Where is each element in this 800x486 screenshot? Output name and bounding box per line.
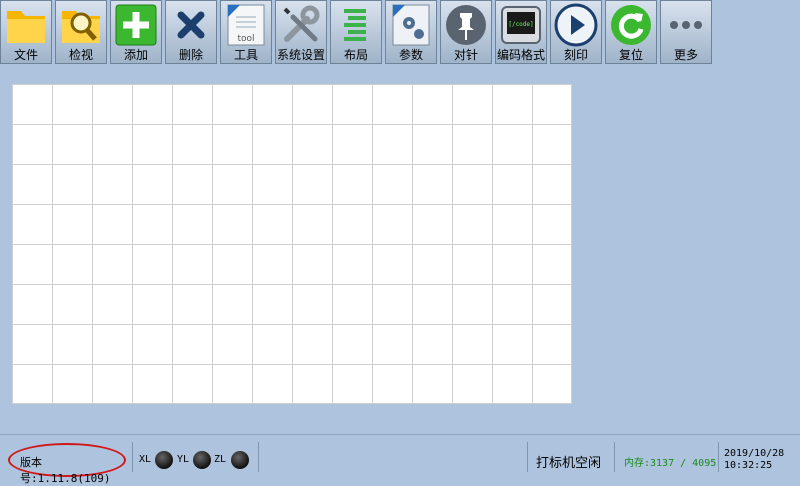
layout-label: 布局 — [343, 48, 368, 62]
inspect-button[interactable]: 检视 — [55, 0, 107, 64]
plus-icon — [115, 4, 157, 46]
tool-document-icon: tool — [227, 4, 265, 46]
delete-label: 删除 — [178, 48, 203, 62]
add-label: 添加 — [123, 48, 148, 62]
axis-label-xl: XL — [139, 454, 152, 465]
tools-label: 工具 — [233, 48, 258, 62]
datetime: 2019/10/28 10:32:25 — [724, 448, 784, 472]
memory-usage: 内存:3137 / 4095 — [624, 458, 717, 469]
code-screen-icon: [/code] — [501, 6, 541, 44]
xl-indicator-light — [155, 451, 173, 469]
engrave-button[interactable]: 刻印 — [550, 0, 602, 64]
version-display: 版本号:1.11.8(109) — [8, 443, 126, 485]
encoding-icon-text: [/code] — [508, 21, 533, 28]
time-text: 10:32:25 — [724, 460, 773, 471]
divider — [718, 442, 719, 472]
canvas-grid[interactable] — [12, 84, 572, 404]
more-button[interactable]: 更多 — [660, 0, 712, 64]
params-button[interactable]: 参数 — [385, 0, 437, 64]
pin-icon — [446, 5, 486, 45]
settings-label: 系统设置 — [276, 48, 325, 62]
divider — [132, 442, 133, 472]
layout-button[interactable]: 布局 — [330, 0, 382, 64]
encoding-button[interactable]: [/code] 编码格式 — [495, 0, 547, 64]
axis-label-yl: YL — [177, 454, 190, 465]
inspect-label: 检视 — [68, 48, 93, 62]
add-button[interactable]: 添加 — [110, 0, 162, 64]
reset-button[interactable]: 复位 — [605, 0, 657, 64]
close-icon — [177, 11, 205, 39]
more-label: 更多 — [673, 48, 698, 62]
align-label: 对针 — [453, 48, 478, 62]
axis-label-zl: ZL — [214, 454, 227, 465]
magnifier-folder-icon — [62, 11, 100, 43]
divider — [614, 442, 615, 472]
wrench-screwdriver-icon — [283, 5, 320, 42]
machine-status: 打标机空闲 — [536, 456, 602, 471]
align-lines-icon — [344, 9, 366, 41]
date-text: 2019/10/28 — [724, 448, 785, 459]
align-button[interactable]: 对针 — [440, 0, 492, 64]
file-label: 文件 — [13, 48, 38, 62]
divider — [527, 442, 528, 472]
tools-icon-text: tool — [237, 34, 254, 44]
version-text: 版本号:1.11.8(109) — [20, 456, 111, 485]
folder-icon — [7, 11, 45, 43]
settings-button[interactable]: 系统设置 — [275, 0, 327, 64]
zl-indicator-light — [231, 451, 249, 469]
delete-button[interactable]: 删除 — [165, 0, 217, 64]
encoding-label: 编码格式 — [496, 48, 545, 62]
more-dots-icon — [670, 21, 702, 29]
toolbar: 文件 检视 添加 删除 tool 工具 系统设置 布局 参数 对针 [/code… — [0, 0, 800, 66]
play-icon — [554, 3, 598, 47]
gear-document-icon — [392, 4, 430, 46]
file-button[interactable]: 文件 — [0, 0, 52, 64]
engrave-label: 刻印 — [563, 48, 588, 62]
refresh-icon — [611, 5, 651, 45]
tools-button[interactable]: tool 工具 — [220, 0, 272, 64]
params-label: 参数 — [398, 48, 423, 62]
yl-indicator-light — [193, 451, 211, 469]
reset-label: 复位 — [618, 48, 643, 62]
divider — [258, 442, 259, 472]
